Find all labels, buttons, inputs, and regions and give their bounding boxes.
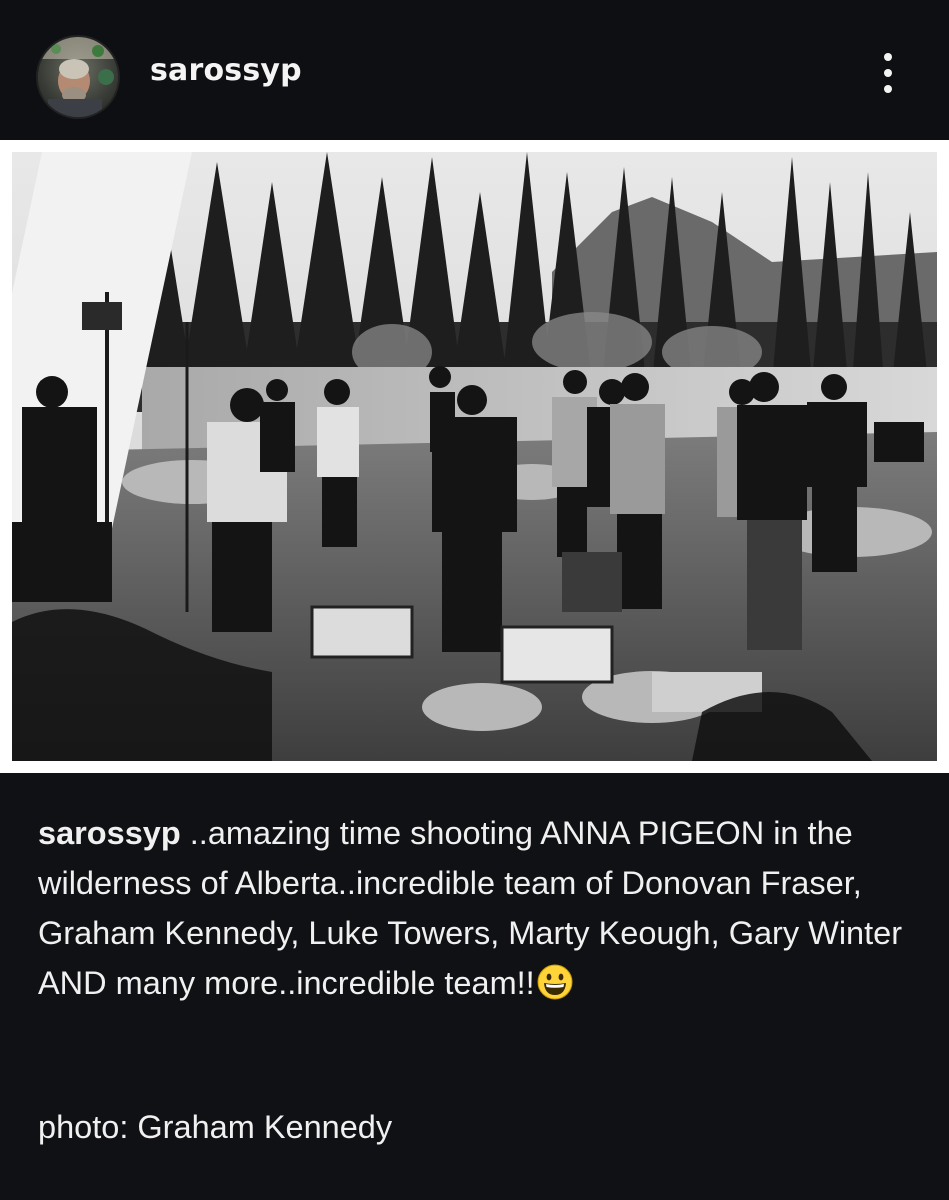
more-vertical-icon[interactable]: [868, 48, 908, 98]
avatar[interactable]: [38, 37, 118, 117]
more-dot: [884, 85, 892, 93]
post-header: sarossyp: [0, 0, 949, 140]
avatar-image: [38, 37, 118, 117]
more-dot: [884, 69, 892, 77]
caption-author[interactable]: sarossyp: [38, 815, 181, 851]
post-photo[interactable]: [12, 152, 937, 761]
grinning-face-emoji-icon: [537, 964, 573, 1000]
post-username[interactable]: sarossyp: [150, 53, 302, 88]
photo-scene: [12, 152, 937, 761]
more-dot: [884, 53, 892, 61]
photo-credit: photo: Graham Kennedy: [38, 1109, 393, 1145]
photo-frame: [0, 140, 949, 773]
post-caption: sarossyp ..amazing time shooting ANNA PI…: [38, 808, 918, 1008]
